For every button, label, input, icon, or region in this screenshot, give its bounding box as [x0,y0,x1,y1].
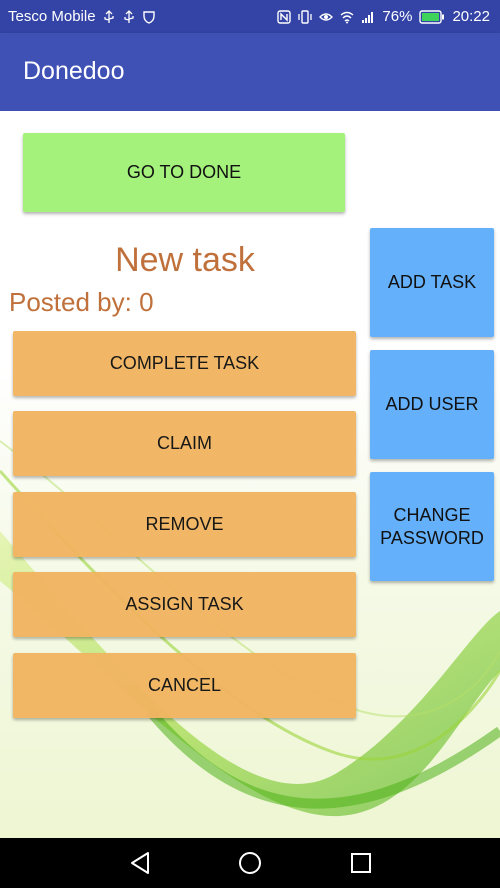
change-password-button[interactable]: CHANGE PASSWORD [370,472,494,581]
back-icon [131,852,149,874]
add-task-button[interactable]: ADD TASK [370,228,494,337]
add-user-button[interactable]: ADD USER [370,350,494,459]
task-title: New task [115,241,255,279]
back-button[interactable] [110,838,170,888]
main-content: GO TO DONE New task Posted by: 0 COMPLET… [0,111,500,838]
battery-icon [419,9,445,24]
wifi-icon [340,11,354,23]
carrier-name: Tesco Mobile [8,8,96,25]
signal-icon [362,11,374,23]
claim-button[interactable]: CLAIM [13,411,356,476]
eye-icon [319,12,334,21]
cancel-button[interactable]: CANCEL [13,653,356,718]
usb-icon [103,9,114,23]
battery-percent: 76% [382,8,413,25]
app-title: Donedoo [23,57,125,85]
complete-task-button[interactable]: COMPLETE TASK [13,331,356,396]
remove-button[interactable]: REMOVE [13,492,356,557]
recents-button[interactable] [331,838,391,888]
posted-by-label: Posted by: 0 [9,287,154,317]
shield-icon [142,10,155,24]
home-button[interactable] [220,838,280,888]
clock: 20:22 [452,8,490,25]
home-icon [239,852,261,874]
assign-task-button[interactable]: ASSIGN TASK [13,572,356,637]
go-to-done-button[interactable]: GO TO DONE [23,133,345,212]
status-bar: Tesco Mobile 76% 20:22 [0,0,500,33]
recents-icon [351,853,371,873]
usb-icon [123,9,134,23]
navigation-bar [0,838,500,888]
vibrate-icon [298,9,313,24]
app-bar: Donedoo [0,33,500,111]
nfc-icon [277,9,292,24]
